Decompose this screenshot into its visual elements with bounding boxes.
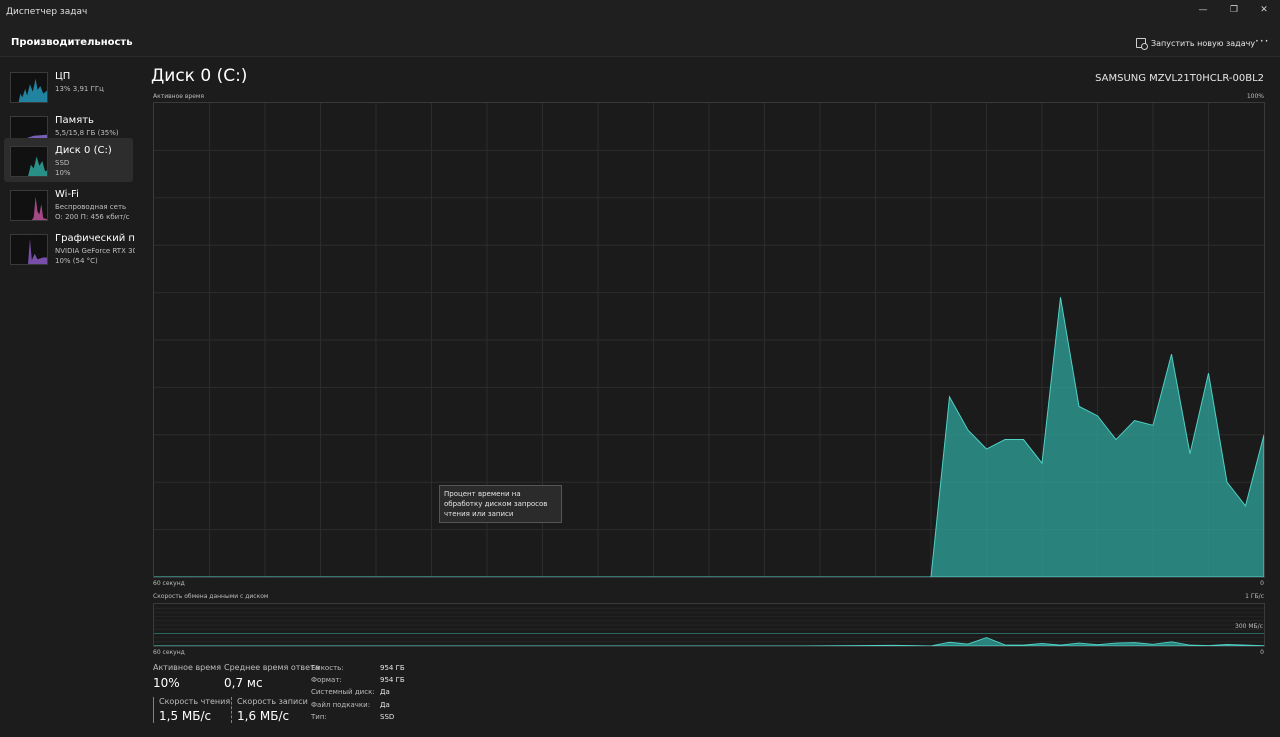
sidebar-item-detail: 13% 3,91 ГГц xyxy=(55,85,104,93)
cpu-thumbnail xyxy=(10,72,48,103)
read-speed-indicator xyxy=(153,697,154,723)
sidebar-item-gpu[interactable]: Графический процессор 0 NVIDIA GeForce R… xyxy=(4,226,135,270)
sidebar-item-name: Память xyxy=(55,115,94,126)
sidebar-item-name: Wi-Fi xyxy=(55,189,79,200)
type-label: Тип: xyxy=(311,713,327,721)
transfer-rate-chart-label: Скорость обмена данными с диском xyxy=(153,593,269,600)
active-time-chart-x-end: 0 xyxy=(1260,580,1264,587)
pagefile-value: Да xyxy=(380,701,390,709)
toolbar: Производительность Запустить новую задач… xyxy=(0,26,1280,57)
capacity-value: 954 ГБ xyxy=(380,664,405,672)
write-speed-indicator xyxy=(231,697,232,723)
disk-thumbnail xyxy=(10,146,48,177)
transfer-rate-mark: 300 МБ/с xyxy=(1235,623,1263,630)
capacity-label: Емкость: xyxy=(311,664,344,672)
close-icon[interactable]: ✕ xyxy=(1254,3,1274,17)
wifi-thumbnail xyxy=(10,190,48,221)
more-options-button[interactable]: ··· xyxy=(1255,34,1269,48)
sidebar-item-name: Диск 0 (C:) xyxy=(55,145,112,156)
format-value: 954 ГБ xyxy=(380,676,405,684)
minimize-icon[interactable]: — xyxy=(1193,3,1213,17)
title-bar: Диспетчер задач — ❐ ✕ xyxy=(0,0,1280,26)
sidebar-item-detail: NVIDIA GeForce RTX 3050 xyxy=(55,247,135,255)
tooltip: Процент времени на обработку диском запр… xyxy=(439,485,562,523)
transfer-rate-chart xyxy=(153,603,1265,647)
system-disk-value: Да xyxy=(380,688,390,696)
format-label: Формат: xyxy=(311,676,342,684)
sidebar: ЦП 13% 3,91 ГГц Память 5,5/15,8 ГБ (35%)… xyxy=(0,58,136,737)
disk-title: Диск 0 (C:) xyxy=(151,66,248,86)
run-task-label: Запустить новую задачу xyxy=(1151,38,1256,48)
sidebar-item-name: ЦП xyxy=(55,71,71,82)
active-time-chart-max: 100% xyxy=(1246,93,1264,100)
pagefile-label: Файл подкачки: xyxy=(311,701,371,709)
avg-response-label: Среднее время ответа xyxy=(224,663,320,672)
sidebar-item-usage: 10% xyxy=(55,169,71,177)
active-time-value: 10% xyxy=(153,676,180,690)
sidebar-item-usage: 10% (54 °C) xyxy=(55,257,98,265)
sidebar-item-name: Графический процессор 0 xyxy=(55,233,135,244)
active-time-chart-x-start: 60 секунд xyxy=(153,580,185,587)
run-task-icon xyxy=(1136,38,1148,50)
sidebar-item-detail: SSD xyxy=(55,159,70,167)
page-title: Производительность xyxy=(11,37,133,48)
read-speed-label: Скорость чтения xyxy=(159,697,231,706)
restore-icon[interactable]: ❐ xyxy=(1224,3,1244,17)
system-disk-label: Системный диск: xyxy=(311,688,375,696)
avg-response-value: 0,7 мс xyxy=(224,676,263,690)
sidebar-item-wifi[interactable]: Wi-Fi Беспроводная сеть О: 200 П: 456 кб… xyxy=(4,182,133,226)
type-value: SSD xyxy=(380,713,395,721)
write-speed-label: Скорость записи xyxy=(237,697,308,706)
sidebar-item-throughput: О: 200 П: 456 кбит/с xyxy=(55,213,130,221)
write-speed-value: 1,6 МБ/с xyxy=(237,709,290,723)
transfer-rate-chart-x-start: 60 секунд xyxy=(153,649,185,656)
sidebar-item-disk[interactable]: Диск 0 (C:) SSD 10% xyxy=(4,138,133,182)
active-time-chart xyxy=(153,102,1265,578)
sidebar-item-detail: Беспроводная сеть xyxy=(55,203,127,211)
gpu-thumbnail xyxy=(10,234,48,265)
transfer-rate-chart-max: 1 ГБ/с xyxy=(1245,593,1264,600)
read-speed-value: 1,5 МБ/с xyxy=(159,709,212,723)
sidebar-item-detail: 5,5/15,8 ГБ (35%) xyxy=(55,129,119,137)
transfer-rate-chart-x-end: 0 xyxy=(1260,649,1264,656)
sidebar-item-cpu[interactable]: ЦП 13% 3,91 ГГц xyxy=(4,64,133,108)
disk-model: SAMSUNG MZVL21T0HCLR-00BL2 xyxy=(1095,73,1264,84)
active-time-label: Активное время xyxy=(153,663,222,672)
run-new-task-button[interactable]: Запустить новую задачу xyxy=(1136,36,1255,50)
active-time-chart-label: Активное время xyxy=(153,93,205,100)
window-title: Диспетчер задач xyxy=(6,7,88,17)
